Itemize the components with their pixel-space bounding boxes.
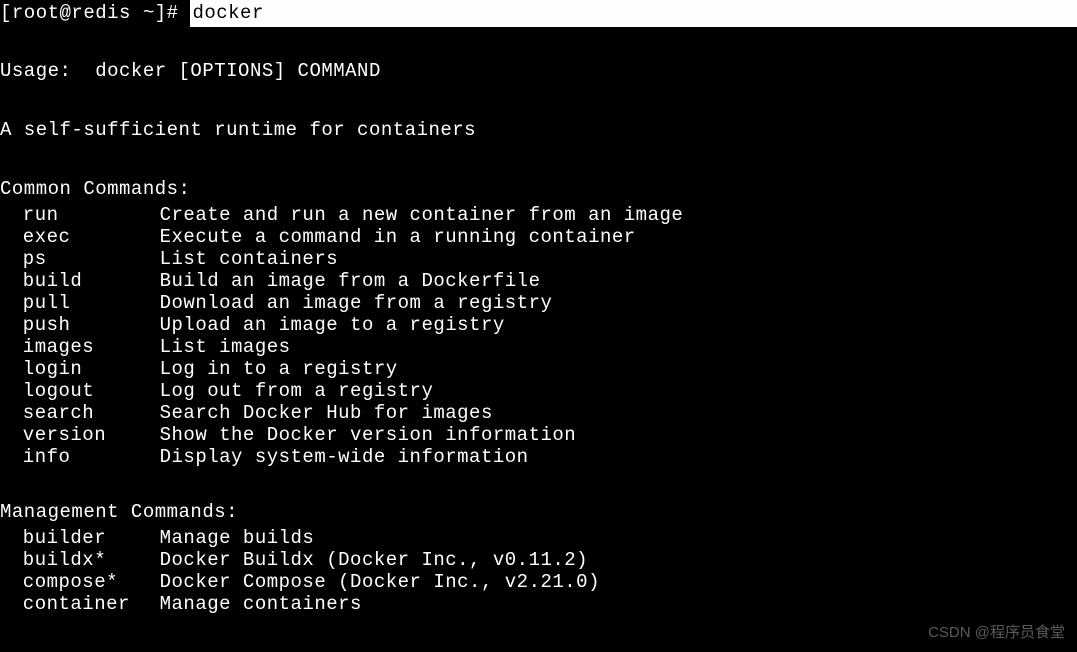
cmd-desc: List containers (160, 248, 339, 270)
cmd-desc: Execute a command in a running container (160, 226, 636, 248)
shell-prompt: [root@redis ~]# (0, 0, 190, 27)
cmd-name: compose* (23, 571, 160, 593)
command-row: searchSearch Docker Hub for images (0, 402, 1077, 424)
watermark: CSDN @程序员食堂 (928, 621, 1065, 642)
cmd-desc: Download an image from a registry (160, 292, 553, 314)
common-commands-header: Common Commands: (0, 173, 1077, 204)
cmd-desc: Upload an image to a registry (160, 314, 505, 336)
cmd-desc: Manage builds (160, 527, 315, 549)
usage-line: Usage: docker [OPTIONS] COMMAND (0, 55, 1077, 86)
command-input[interactable]: docker (190, 0, 1077, 27)
cmd-name: info (23, 446, 160, 468)
cmd-desc: Docker Compose (Docker Inc., v2.21.0) (160, 571, 600, 593)
command-row: containerManage containers (0, 593, 1077, 615)
command-row: logoutLog out from a registry (0, 380, 1077, 402)
command-row: execExecute a command in a running conta… (0, 226, 1077, 248)
cmd-desc: Log in to a registry (160, 358, 398, 380)
cmd-desc: Docker Buildx (Docker Inc., v0.11.2) (160, 549, 588, 571)
cmd-name: container (23, 593, 160, 615)
command-row: psList containers (0, 248, 1077, 270)
terminal-window[interactable]: [root@redis ~]# docker Usage: docker [OP… (0, 0, 1077, 615)
cmd-name: logout (23, 380, 160, 402)
command-row: pushUpload an image to a registry (0, 314, 1077, 336)
cmd-name: login (23, 358, 160, 380)
management-commands-header: Management Commands: (0, 496, 1077, 527)
cmd-name: build (23, 270, 160, 292)
cmd-desc: Create and run a new container from an i… (160, 204, 684, 226)
cmd-desc: Log out from a registry (160, 380, 434, 402)
cmd-desc: Display system-wide information (160, 446, 529, 468)
command-row: builderManage builds (0, 527, 1077, 549)
cmd-name: exec (23, 226, 160, 248)
cmd-desc: Build an image from a Dockerfile (160, 270, 541, 292)
prompt-line: [root@redis ~]# docker (0, 0, 1077, 27)
cmd-desc: List images (160, 336, 291, 358)
cmd-name: push (23, 314, 160, 336)
management-commands-list: builderManage builds buildx*Docker Build… (0, 527, 1077, 615)
cmd-desc: Manage containers (160, 593, 362, 615)
command-row: versionShow the Docker version informati… (0, 424, 1077, 446)
cmd-name: images (23, 336, 160, 358)
command-row: infoDisplay system-wide information (0, 446, 1077, 468)
common-commands-list: runCreate and run a new container from a… (0, 204, 1077, 468)
cmd-name: search (23, 402, 160, 424)
command-row: loginLog in to a registry (0, 358, 1077, 380)
cmd-name: builder (23, 527, 160, 549)
command-row: imagesList images (0, 336, 1077, 358)
cmd-name: ps (23, 248, 160, 270)
command-row: runCreate and run a new container from a… (0, 204, 1077, 226)
command-row: compose*Docker Compose (Docker Inc., v2.… (0, 571, 1077, 593)
command-row: pullDownload an image from a registry (0, 292, 1077, 314)
command-row: buildBuild an image from a Dockerfile (0, 270, 1077, 292)
cmd-name: pull (23, 292, 160, 314)
command-row: buildx*Docker Buildx (Docker Inc., v0.11… (0, 549, 1077, 571)
cmd-name: buildx* (23, 549, 160, 571)
cmd-desc: Show the Docker version information (160, 424, 577, 446)
cmd-desc: Search Docker Hub for images (160, 402, 493, 424)
cmd-name: version (23, 424, 160, 446)
cmd-name: run (23, 204, 160, 226)
description-line: A self-sufficient runtime for containers (0, 114, 1077, 145)
